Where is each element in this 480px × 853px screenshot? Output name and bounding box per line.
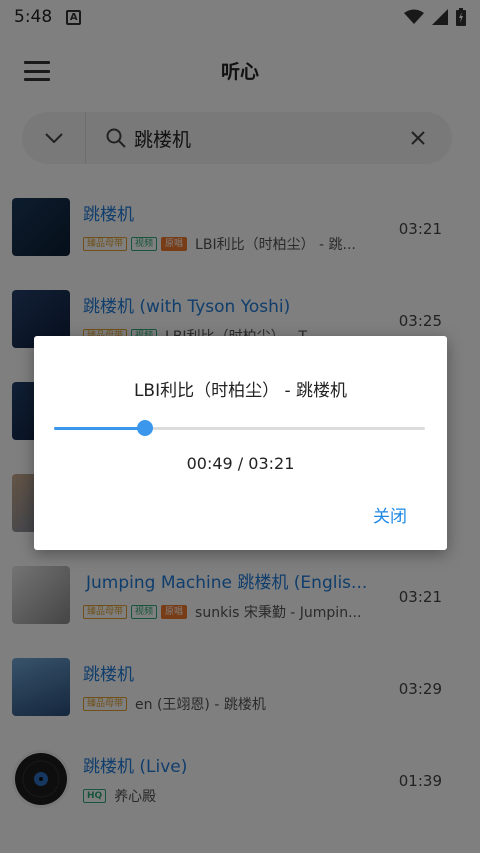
progress-slider[interactable] [54,420,425,436]
slider-thumb[interactable] [136,420,153,436]
playback-time: 00:49 / 03:21 [186,454,295,473]
slider-fill [54,427,145,430]
close-button[interactable]: 关闭 [373,502,407,527]
playback-dialog: LBI利比（时柏尘） - 跳楼机 00:49 / 03:21 关闭 [34,336,447,550]
dialog-title: LBI利比（时柏尘） - 跳楼机 [133,381,348,401]
